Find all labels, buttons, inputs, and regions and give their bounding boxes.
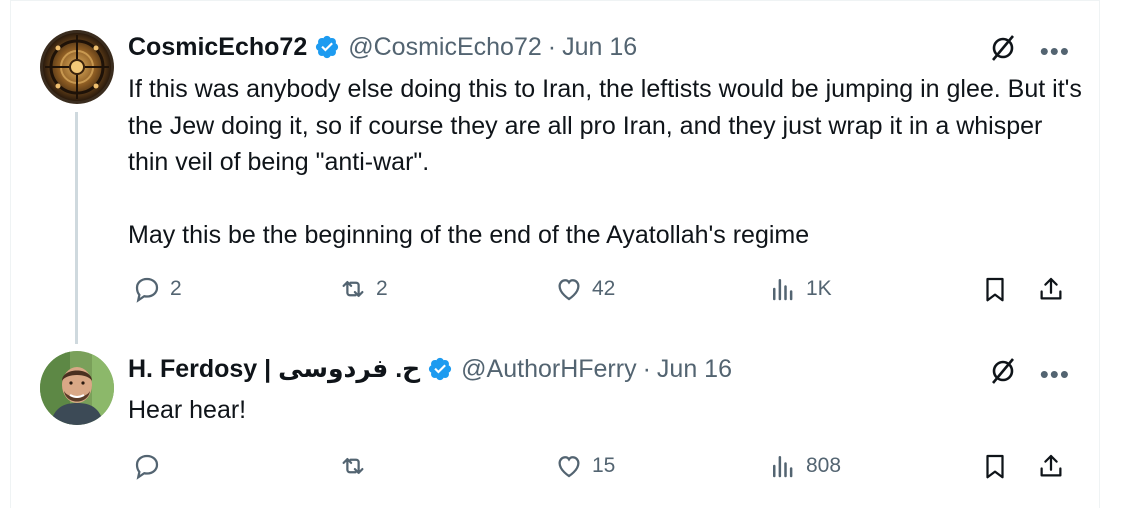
- views-icon: [773, 279, 793, 301]
- tweet-top-icons: •••: [988, 356, 1070, 391]
- like-count: 15: [592, 454, 616, 477]
- grok-icon[interactable]: [988, 356, 1018, 391]
- like-icon: [558, 456, 580, 478]
- separator-dot: ·: [547, 32, 557, 61]
- tweet-top-icons: •••: [988, 33, 1070, 68]
- views-button[interactable]: 808: [768, 451, 841, 481]
- avatar[interactable]: [40, 30, 114, 104]
- more-icon[interactable]: •••: [1040, 361, 1070, 387]
- views-count: 1K: [806, 277, 832, 300]
- verified-icon: [314, 34, 340, 60]
- verified-icon: [427, 356, 453, 382]
- reply-count: 2: [170, 277, 182, 300]
- repost-icon: [342, 281, 364, 297]
- share-button[interactable]: [1036, 274, 1066, 304]
- share-icon: [1040, 454, 1062, 477]
- display-name[interactable]: CosmicEcho72: [128, 33, 307, 62]
- thread-connector-line: [75, 112, 78, 344]
- tweet-text: If this was anybody else doing this to I…: [128, 75, 1082, 249]
- user-handle[interactable]: @AuthorHFerry: [461, 355, 636, 384]
- bookmark-button[interactable]: [980, 451, 1010, 481]
- tweet-header: H. Ferdosy | ح. فردوسی @AuthorHFerry · J…: [128, 351, 732, 387]
- views-button[interactable]: 1K: [768, 274, 832, 304]
- like-button[interactable]: 15: [554, 451, 615, 481]
- reply-button[interactable]: [132, 451, 170, 481]
- grok-icon[interactable]: [988, 33, 1018, 68]
- user-handle[interactable]: @CosmicEcho72: [348, 33, 542, 62]
- tweet-actions: 2 2 42 1K: [128, 274, 1068, 314]
- separator-dot: ·: [642, 354, 651, 383]
- share-icon: [1040, 277, 1062, 300]
- tweet-header: CosmicEcho72 @CosmicEcho72 · Jun 16: [128, 29, 637, 65]
- bookmark-icon: [986, 277, 1004, 302]
- views-icon: [773, 456, 793, 478]
- bookmark-icon: [986, 454, 1004, 479]
- like-count: 42: [592, 277, 616, 300]
- tweet-date[interactable]: Jun 16: [562, 33, 637, 62]
- repost-icon: [342, 458, 364, 474]
- reply-icon: [135, 277, 159, 303]
- repost-button[interactable]: [338, 451, 376, 481]
- display-name[interactable]: H. Ferdosy | ح. فردوسی: [128, 354, 420, 384]
- reply-button[interactable]: 2: [132, 274, 182, 304]
- repost-button[interactable]: 2: [338, 274, 388, 304]
- reply-icon: [135, 454, 159, 480]
- tweet-actions: 15 808: [128, 451, 1068, 491]
- repost-count: 2: [376, 277, 388, 300]
- like-button[interactable]: 42: [554, 274, 615, 304]
- views-count: 808: [806, 454, 842, 477]
- share-button[interactable]: [1036, 451, 1066, 481]
- avatar[interactable]: [40, 351, 114, 425]
- tweet-date[interactable]: Jun 16: [657, 355, 732, 384]
- bookmark-button[interactable]: [980, 274, 1010, 304]
- like-icon: [558, 279, 580, 301]
- tweet-text: Hear hear!: [128, 396, 247, 424]
- more-icon[interactable]: •••: [1040, 38, 1070, 64]
